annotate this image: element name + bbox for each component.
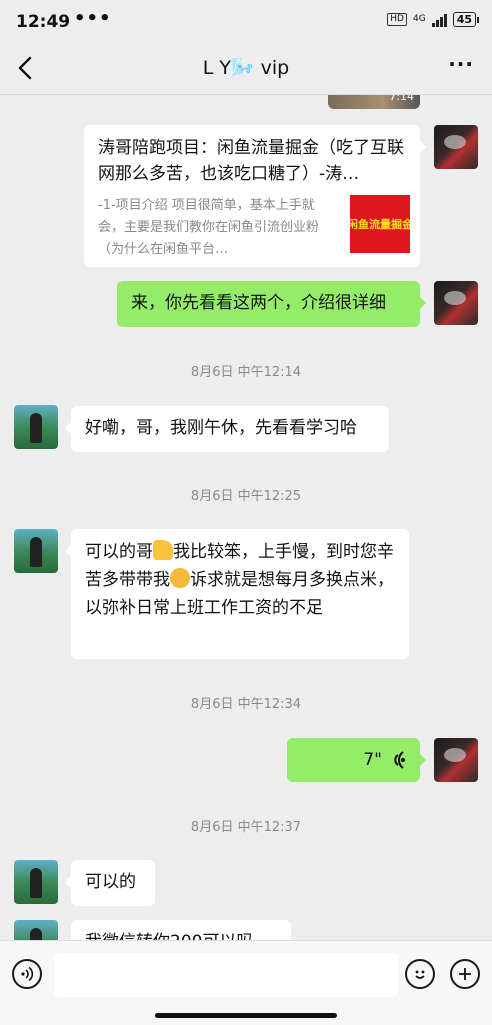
- video-duration: 7:14: [389, 95, 414, 103]
- message-input[interactable]: [54, 953, 398, 997]
- network-type: 4G: [412, 14, 426, 24]
- voice-input-button[interactable]: [12, 959, 42, 989]
- my-avatar[interactable]: [434, 738, 478, 782]
- contact-avatar[interactable]: [14, 920, 58, 940]
- chat-header: L Y🌬️ vip ···: [0, 44, 492, 95]
- my-avatar[interactable]: [434, 125, 478, 169]
- my-avatar[interactable]: [434, 281, 478, 325]
- received-message[interactable]: 可以的哥 我比较笨，上手慢，到时您辛苦多带带我 诉求就是想每月多换点米，以弥补日常上…: [65, 529, 409, 659]
- status-time: 12:49: [16, 12, 71, 32]
- message-text-part: 可以的哥: [85, 542, 153, 562]
- chat-title: L Y🌬️ vip: [202, 57, 290, 79]
- timestamp: 8月6日 中午12:37: [190, 820, 302, 835]
- contact-avatar[interactable]: [14, 405, 58, 449]
- received-message[interactable]: 好嘞，哥，我刚午休，先看看学习哈: [65, 406, 389, 452]
- plus-icon: [459, 968, 471, 980]
- status-icons: HD 4G 45: [387, 12, 480, 27]
- voice-wave-icon: [394, 751, 405, 769]
- battery-icon: 45: [452, 12, 480, 27]
- received-message[interactable]: 可以的: [65, 860, 155, 906]
- smiley-icon: [415, 970, 425, 979]
- emoji-button[interactable]: [405, 959, 435, 989]
- sent-message[interactable]: 来，你先看看这两个，介绍很详细: [117, 281, 426, 327]
- status-bar: 12:49 ••• HD 4G 45: [0, 0, 492, 44]
- link-card-title: 涛哥陪跑项目：闲鱼流量掘金（吃了互联网那么多苦，也该吃口糖了）-涛…: [98, 138, 404, 184]
- voice-message[interactable]: 7": [287, 738, 426, 782]
- timestamp: 8月6日 中午12:25: [190, 489, 302, 504]
- timestamp: 8月6日 中午12:34: [190, 697, 302, 712]
- link-card-thumb-text: 闲鱼流量掘金: [350, 218, 410, 231]
- smirk-emoji-icon: [170, 568, 190, 588]
- link-card-description: -1-项目介绍 项目很简单，基本上手就会，主要是我们教你在闲鱼引流创业粉（为什么…: [98, 198, 320, 257]
- hd-badge: HD: [387, 13, 407, 26]
- more-options-icon[interactable]: ···: [448, 52, 474, 76]
- input-toolbar: [0, 940, 492, 1025]
- link-card-thumbnail: 闲鱼流量掘金: [350, 195, 410, 253]
- contact-avatar[interactable]: [14, 529, 58, 573]
- previous-video-message[interactable]: 7:14: [328, 95, 420, 109]
- contact-avatar[interactable]: [14, 860, 58, 904]
- voice-icon: [21, 966, 34, 982]
- home-indicator: [155, 1013, 337, 1018]
- status-dots: •••: [74, 8, 112, 29]
- more-functions-button[interactable]: [450, 959, 480, 989]
- voice-duration: 7": [363, 750, 382, 770]
- thumbs-up-icon: [153, 540, 173, 560]
- received-message[interactable]: 我微信转你200可以吗: [71, 920, 291, 940]
- signal-icon: [431, 13, 447, 27]
- message-list[interactable]: 7:14 涛哥陪跑项目：闲鱼流量掘金（吃了互联网那么多苦，也该吃口糖了）-涛… …: [0, 95, 492, 940]
- timestamp: 8月6日 中午12:14: [190, 365, 302, 380]
